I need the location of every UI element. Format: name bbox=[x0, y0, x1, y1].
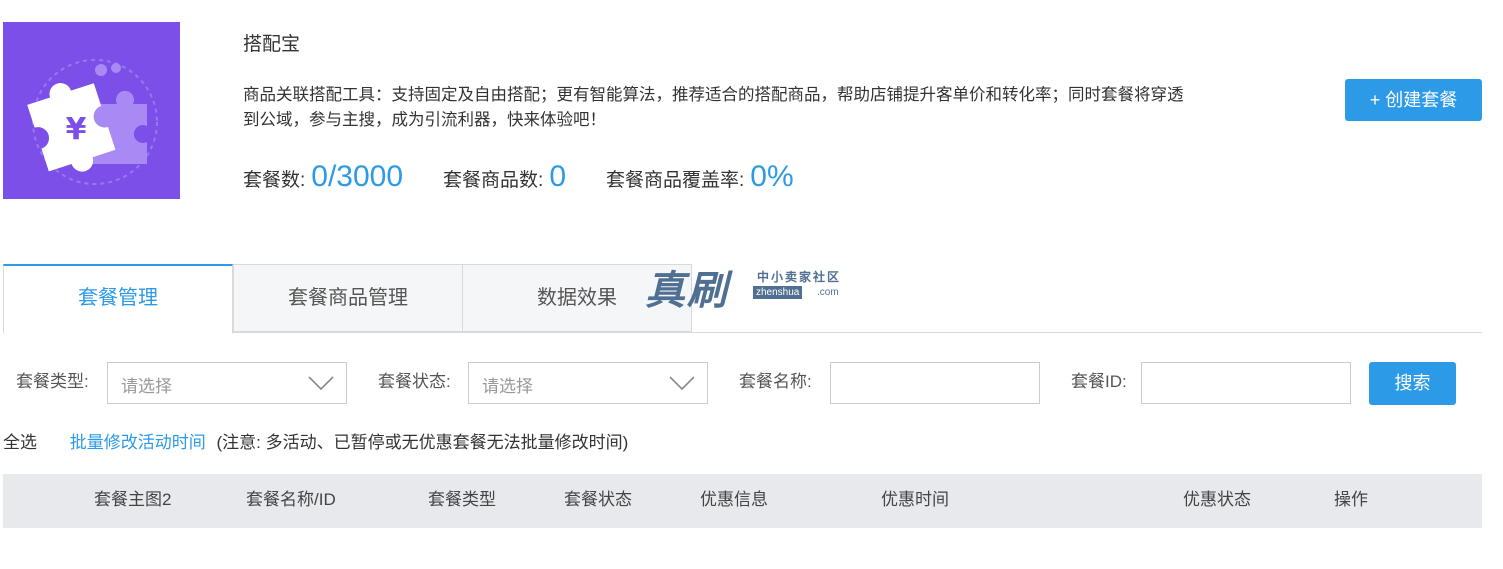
stat-label: 套餐数: bbox=[243, 170, 306, 191]
chevron-down-icon bbox=[308, 376, 334, 391]
batch-note: (注意: 多活动、已暂停或无优惠套餐无法批量修改时间) bbox=[216, 433, 629, 452]
column-header-name-id: 套餐名称/ID bbox=[246, 490, 336, 509]
package-type-select[interactable]: 请选择 bbox=[107, 362, 347, 404]
package-id-label: 套餐ID: bbox=[1071, 372, 1127, 391]
stat-package-item-count: 套餐商品数: 0 bbox=[443, 160, 566, 194]
column-header-discount-time: 优惠时间 bbox=[881, 490, 949, 509]
chevron-down-icon bbox=[669, 376, 695, 391]
tab-package-item-management[interactable]: 套餐商品管理 bbox=[233, 264, 463, 332]
search-button[interactable]: 搜索 bbox=[1369, 362, 1456, 405]
watermark-main: 真刷 bbox=[645, 267, 729, 314]
package-name-label: 套餐名称: bbox=[739, 372, 812, 391]
watermark-tld: .com bbox=[817, 287, 839, 298]
select-all-checkbox[interactable]: 全选 bbox=[3, 433, 37, 452]
package-status-label: 套餐状态: bbox=[378, 372, 451, 391]
package-name-input[interactable] bbox=[830, 362, 1040, 404]
column-header-status: 套餐状态 bbox=[564, 490, 632, 509]
app-logo: ¥ bbox=[3, 22, 180, 199]
stat-package-count: 套餐数: 0/3000 bbox=[243, 160, 403, 194]
stat-value: 0 bbox=[549, 160, 567, 193]
watermark-domain: zhenshua bbox=[753, 286, 803, 299]
select-placeholder: 请选择 bbox=[121, 377, 172, 396]
column-header-discount-info: 优惠信息 bbox=[700, 490, 768, 509]
column-header-main-image: 套餐主图2 bbox=[94, 490, 172, 509]
puzzle-yen-icon: ¥ bbox=[3, 22, 180, 199]
select-placeholder: 请选择 bbox=[482, 377, 533, 396]
batch-edit-time-link[interactable]: 批量修改活动时间 bbox=[70, 433, 206, 452]
stat-label: 套餐商品覆盖率: bbox=[606, 170, 745, 191]
tab-package-management[interactable]: 套餐管理 bbox=[3, 264, 233, 334]
package-status-select[interactable]: 请选择 bbox=[468, 362, 708, 404]
column-header-discount-status: 优惠状态 bbox=[1183, 490, 1251, 509]
table-header: 套餐主图2 套餐名称/ID 套餐类型 套餐状态 优惠信息 优惠时间 优惠状态 操… bbox=[3, 474, 1482, 528]
column-header-actions: 操作 bbox=[1334, 490, 1368, 509]
watermark: 真刷 中小卖家社区 zhenshua .com bbox=[645, 258, 865, 314]
package-id-input[interactable] bbox=[1141, 362, 1351, 404]
app-description: 商品关联搭配工具：支持固定及自由搭配；更有智能算法，推荐适合的搭配商品，帮助店铺… bbox=[243, 86, 1184, 129]
stat-value: 0/3000 bbox=[311, 160, 404, 193]
stats-row: 套餐数: 0/3000 套餐商品数: 0 套餐商品覆盖率: 0% bbox=[243, 160, 834, 200]
column-header-type: 套餐类型 bbox=[428, 490, 496, 509]
stat-value: 0% bbox=[750, 160, 794, 193]
watermark-sub: 中小卖家社区 bbox=[757, 270, 842, 284]
create-package-button[interactable]: + 创建套餐 bbox=[1345, 79, 1482, 121]
stat-coverage-rate: 套餐商品覆盖率: 0% bbox=[606, 160, 794, 194]
batch-actions-row: 全选 批量修改活动时间 (注意: 多活动、已暂停或无优惠套餐无法批量修改时间) bbox=[3, 431, 628, 455]
stat-label: 套餐商品数: bbox=[443, 170, 544, 191]
app-title: 搭配宝 bbox=[243, 34, 301, 55]
svg-text:¥: ¥ bbox=[66, 112, 87, 147]
package-type-label: 套餐类型: bbox=[16, 372, 89, 391]
